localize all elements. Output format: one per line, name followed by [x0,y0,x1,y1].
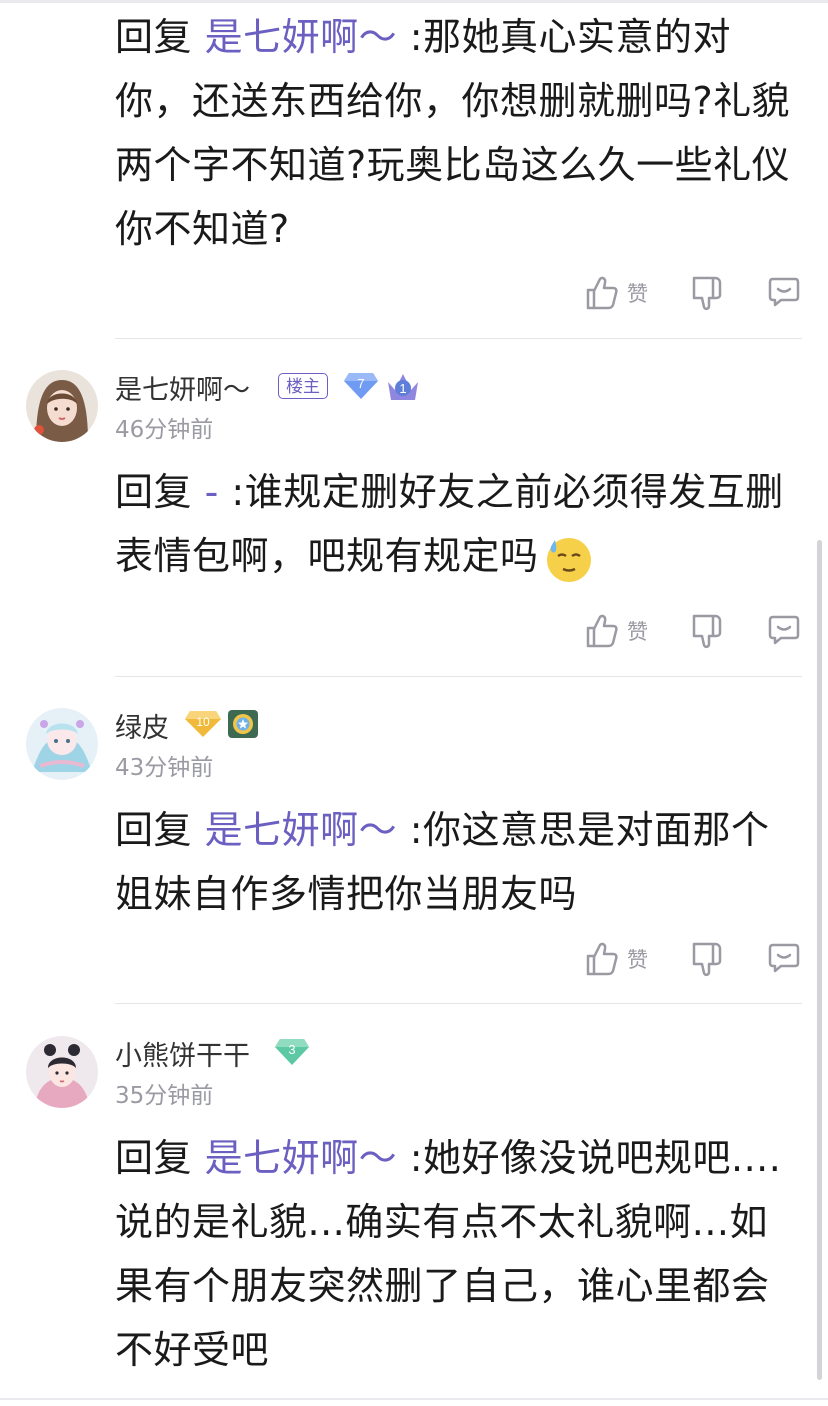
reply-to-link[interactable]: 是七妍啊～ [205,808,398,852]
dislike-button[interactable] [691,275,723,311]
reply-separator: : [397,1136,423,1180]
medal-badge [226,708,260,744]
owner-tag-badge: 楼主 [278,373,328,399]
reply-separator: : [218,470,245,514]
avatar-image [26,1036,98,1108]
level-number: 10 [196,715,210,729]
thumb-down-icon [692,276,722,311]
rank-number: 1 [399,381,406,396]
level-badge: 10 [184,709,222,743]
dislike-button[interactable] [691,613,723,649]
scrollbar[interactable] [817,540,822,1380]
reply-button[interactable] [767,613,801,647]
like-label: 赞 [627,620,648,644]
gold-diamond-icon: 10 [185,711,221,737]
comment-divider [115,1003,802,1004]
comment-divider [115,338,802,339]
timestamp: 46分钟前 [115,417,214,443]
avatar[interactable] [26,370,98,442]
reply-prefix: 回复 [115,1136,205,1180]
rank-crown-icon: 1 [388,374,418,400]
thumb-down-icon [692,614,722,649]
blue-diamond-icon: 7 [344,373,378,399]
avatar-image [26,370,98,442]
like-button[interactable]: 赞 [585,941,648,977]
star-medal-icon [228,710,258,738]
comment-bubble-icon [768,615,800,645]
like-button[interactable]: 赞 [585,275,648,311]
level-badge: 3 [274,1037,310,1071]
reply-to-link[interactable]: - [205,470,219,514]
comment-divider [115,676,802,677]
level-number: 3 [288,1042,295,1057]
reply-button[interactable] [767,941,801,975]
timestamp: 43分钟前 [115,755,214,781]
reply-prefix: 回复 [115,808,205,852]
thumb-up-icon [586,614,618,648]
reply-separator: : [397,808,423,852]
comment-bubble-icon [768,943,800,973]
username[interactable]: 绿皮 [115,706,169,745]
reply-separator: : [397,15,423,59]
avatar[interactable] [26,1036,98,1108]
reply-to-link[interactable]: 是七妍啊～ [205,15,398,59]
bottom-divider [0,1398,828,1400]
comment-text: 回复 是七妍啊～ :那她真心实意的对你，还送东西给你，你想删就删吗?礼貌两个字不… [115,5,805,261]
like-label: 赞 [627,282,648,306]
green-diamond-icon: 3 [275,1039,309,1065]
like-button[interactable]: 赞 [585,613,648,649]
comment-actions: 赞 [585,613,800,655]
dislike-button[interactable] [691,941,723,977]
sweat-smile-emoji-icon [546,537,591,582]
thumb-up-icon [586,276,618,310]
username[interactable]: 是七妍啊～ [115,368,250,407]
comment-bubble-icon [768,277,800,307]
top-divider [0,0,828,3]
comment-text: 回复 - :谁规定删好友之前必须得发互删表情包啊，吧规有规定吗 [115,460,805,588]
thumb-down-icon [692,942,722,977]
rank-badge: 1 [386,370,420,406]
reply-to-link[interactable]: 是七妍啊～ [205,1136,398,1180]
like-label: 赞 [627,948,648,972]
reply-button[interactable] [767,275,801,309]
username[interactable]: 小熊饼干干 [115,1034,250,1073]
comment-actions: 赞 [585,275,800,317]
level-badge: 7 [343,371,379,405]
comment-actions: 赞 [585,941,800,983]
comment-text: 回复 是七妍啊～ :你这意思是对面那个姐妹自作多情把你当朋友吗 [115,798,805,926]
avatar-image [26,708,98,780]
timestamp: 35分钟前 [115,1083,214,1109]
reply-prefix: 回复 [115,470,205,514]
thumb-up-icon [586,942,618,976]
reply-prefix: 回复 [115,15,205,59]
comment-text: 回复 是七妍啊～ :她好像没说吧规吧....说的是礼貌...确实有点不太礼貌啊.… [115,1126,805,1382]
level-number: 7 [357,376,364,391]
avatar[interactable] [26,708,98,780]
